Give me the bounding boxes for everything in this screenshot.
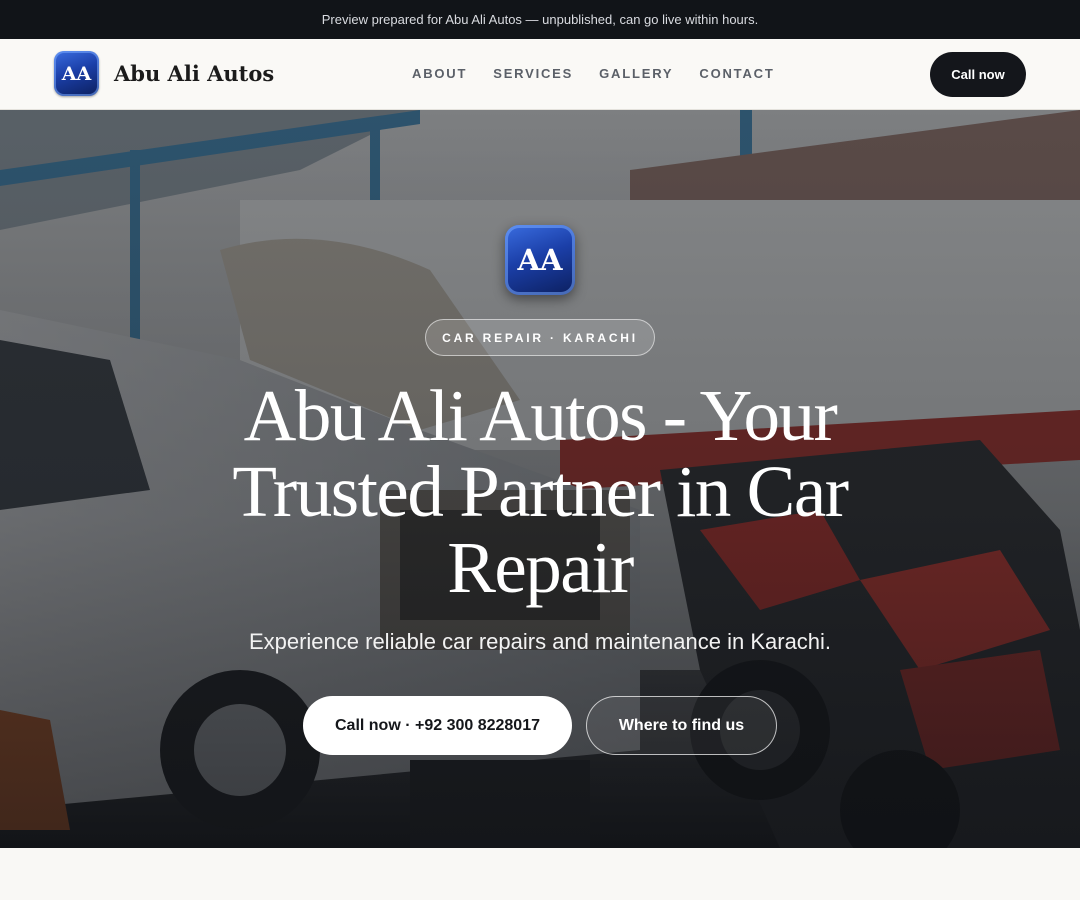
nav-link-contact[interactable]: CONTACT [699, 66, 774, 81]
hero-subtitle: Experience reliable car repairs and main… [248, 629, 832, 654]
header-call-button[interactable]: Call now [930, 52, 1026, 97]
hero-title: Abu Ali Autos - Your Trusted Partner in … [232, 375, 849, 608]
hero-eyebrow-pill: CAR REPAIR · KARACHI [425, 319, 655, 356]
logo-initials: AA [61, 62, 92, 85]
hero-logo-initials: AA [517, 243, 563, 277]
logo-badge[interactable]: AA [54, 51, 99, 96]
main-nav: ABOUT SERVICES GALLERY CONTACT [412, 66, 775, 81]
call-now-button[interactable]: Call now · +92 300 8228017 [303, 696, 572, 755]
nav-link-gallery[interactable]: GALLERY [599, 66, 673, 81]
next-section [0, 848, 1080, 900]
find-us-button[interactable]: Where to find us [586, 696, 777, 755]
site-header: AA Abu Ali Autos ABOUT SERVICES GALLERY … [0, 39, 1080, 110]
hero-section: AA CAR REPAIR · KARACHI Abu Ali Autos - … [0, 110, 1080, 848]
nav-link-about[interactable]: ABOUT [412, 66, 467, 81]
preview-banner: Preview prepared for Abu Ali Autos — unp… [0, 0, 1080, 39]
brand-name[interactable]: Abu Ali Autos [114, 61, 274, 86]
nav-link-services[interactable]: SERVICES [493, 66, 573, 81]
hero-logo-badge: AA [505, 225, 575, 295]
preview-banner-text: Preview prepared for Abu Ali Autos — unp… [321, 12, 759, 27]
